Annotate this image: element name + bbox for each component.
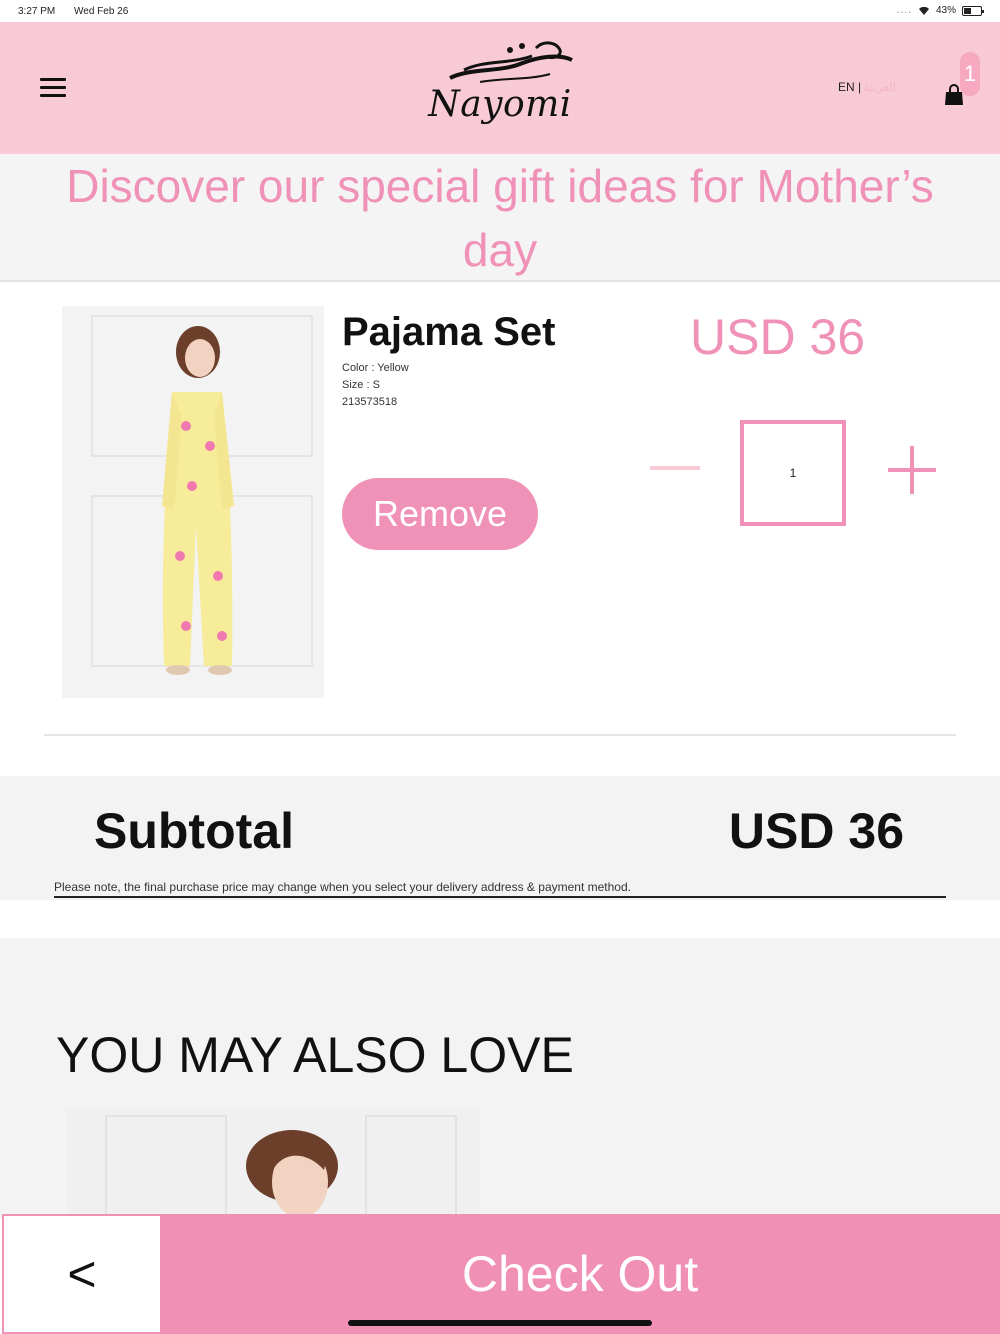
brand-logo[interactable]: Nayomi — [400, 38, 600, 138]
language-switcher[interactable]: EN | العربية — [838, 80, 896, 94]
status-date: Wed Feb 26 — [74, 6, 129, 17]
product-size: Size : S — [342, 379, 380, 391]
shopping-bag-icon[interactable] — [944, 84, 964, 106]
app-header: Nayomi EN | العربية 1 — [0, 22, 1000, 154]
banner-line-2: day — [462, 224, 538, 276]
recommendations-section: YOU MAY ALSO LOVE — [0, 938, 1000, 1220]
subtotal-label: Subtotal — [94, 803, 294, 859]
wifi-icon — [918, 6, 930, 16]
minus-icon[interactable] — [650, 466, 700, 470]
recommendations-title: YOU MAY ALSO LOVE — [56, 1027, 574, 1083]
lang-en[interactable]: EN | — [838, 80, 861, 94]
price-note: Please note, the final purchase price ma… — [54, 880, 946, 898]
signal-dots: .... — [896, 5, 912, 16]
hamburger-menu-icon[interactable] — [40, 78, 66, 98]
lang-ar[interactable]: العربية — [863, 80, 896, 94]
status-bar: 3:27 PM Wed Feb 26 .... 43% — [0, 0, 1000, 22]
product-sku: 213573518 — [342, 396, 398, 408]
product-color: Color : Yellow — [342, 362, 409, 374]
status-right: .... 43% — [896, 5, 984, 16]
product-image[interactable] — [62, 306, 324, 698]
checkout-button[interactable]: Check Out — [160, 1214, 1000, 1334]
battery-icon — [962, 5, 984, 16]
status-time: 3:27 PM — [18, 6, 56, 17]
item-divider — [44, 734, 956, 736]
quantity-field[interactable]: 1 — [740, 420, 846, 526]
battery-percent: 43% — [935, 5, 956, 16]
product-name[interactable]: Pajama Set — [342, 310, 555, 355]
brand-name: Nayomi — [428, 84, 572, 125]
recommended-product-image[interactable] — [66, 1110, 480, 1220]
plus-icon[interactable] — [888, 446, 936, 494]
subtotal-section: Subtotal USD 36 Please note, the final p… — [0, 776, 1000, 900]
promo-banner[interactable]: Discover our special gift ideas for Moth… — [0, 154, 1000, 282]
home-indicator[interactable] — [348, 1320, 652, 1326]
back-button[interactable]: < — [2, 1214, 160, 1334]
product-price: USD 36 — [690, 309, 866, 365]
banner-line-1: Discover our special gift ideas for Moth… — [66, 160, 934, 212]
arabic-logo-calligraphy — [449, 41, 573, 83]
remove-button[interactable]: Remove — [342, 478, 538, 550]
subtotal-value: USD 36 — [728, 803, 904, 859]
